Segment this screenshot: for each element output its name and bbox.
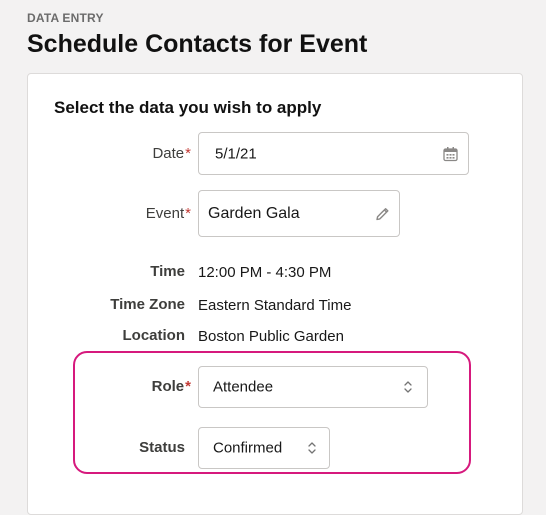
date-field[interactable]: 5/1/21 xyxy=(198,132,469,175)
event-label: Event* xyxy=(31,205,191,222)
sort-chevrons-icon xyxy=(307,441,317,455)
time-value: 12:00 PM - 4:30 PM xyxy=(198,264,332,281)
date-label-text: Date xyxy=(152,145,185,162)
time-label: Time xyxy=(150,263,185,280)
sort-chevrons-icon xyxy=(403,380,413,394)
calendar-icon[interactable] xyxy=(443,146,458,161)
required-marker: * xyxy=(185,378,191,395)
page-eyebrow: DATA ENTRY xyxy=(27,11,104,25)
required-marker: * xyxy=(185,145,191,162)
section-title: Select the data you wish to apply xyxy=(54,98,322,117)
event-field[interactable]: Garden Gala xyxy=(198,190,400,237)
status-select[interactable]: Confirmed xyxy=(198,427,330,469)
location-value: Boston Public Garden xyxy=(198,328,344,345)
role-value: Attendee xyxy=(213,378,274,396)
time-zone-label: Time Zone xyxy=(110,296,185,313)
role-label: Role* xyxy=(31,378,191,395)
page-title: Schedule Contacts for Event xyxy=(27,30,368,58)
role-label-text: Role xyxy=(151,378,185,395)
date-value: 5/1/21 xyxy=(215,145,257,162)
date-label: Date* xyxy=(31,145,191,162)
event-value: Garden Gala xyxy=(208,204,300,222)
pencil-icon[interactable] xyxy=(375,206,390,221)
required-marker: * xyxy=(185,205,191,222)
event-label-text: Event xyxy=(145,205,185,222)
location-label: Location xyxy=(122,327,186,344)
role-select[interactable]: Attendee xyxy=(198,366,428,408)
time-zone-value: Eastern Standard Time xyxy=(198,297,352,314)
status-value: Confirmed xyxy=(213,439,283,457)
status-label: Status xyxy=(139,439,185,456)
